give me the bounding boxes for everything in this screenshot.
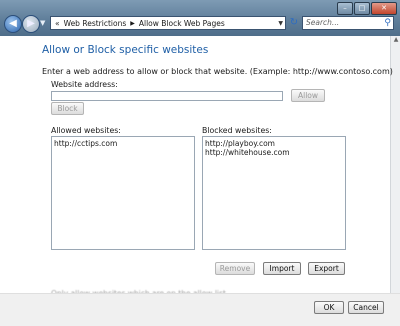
breadcrumb-web-restrictions[interactable]: Web Restrictions <box>64 19 127 28</box>
breadcrumb-root[interactable]: « <box>55 19 60 28</box>
ok-button[interactable]: OK <box>314 301 344 314</box>
allowed-websites-label: Allowed websites: <box>51 126 121 135</box>
blocked-site-item[interactable]: http://playboy.com <box>205 139 343 148</box>
close-button[interactable]: ✕ <box>371 2 397 15</box>
forward-button[interactable]: ▶ <box>22 15 40 33</box>
back-arrow-icon: ◀ <box>9 18 17 29</box>
blocked-websites-label: Blocked websites: <box>202 126 272 135</box>
allow-button[interactable]: Allow <box>291 89 325 102</box>
minimize-button[interactable]: – <box>337 2 353 15</box>
scroll-up-icon[interactable]: ▲ <box>391 36 400 43</box>
remove-button[interactable]: Remove <box>215 262 255 275</box>
blocked-site-item[interactable]: http://whitehouse.com <box>205 148 343 157</box>
forward-arrow-icon: ▶ <box>27 18 35 29</box>
allowed-websites-list[interactable]: http://cctips.com <box>51 136 195 250</box>
website-address-input[interactable] <box>51 91 283 101</box>
search-input[interactable]: Search... ⚲ <box>302 16 394 30</box>
search-icon[interactable]: ⚲ <box>384 17 391 29</box>
window-controls: – □ ✕ <box>336 2 397 15</box>
cancel-button[interactable]: Cancel <box>348 301 384 314</box>
blocked-websites-list[interactable]: http://playboy.com http://whitehouse.com <box>202 136 346 250</box>
search-placeholder: Search... <box>306 18 340 27</box>
address-bar[interactable]: « Web Restrictions ▶ Allow Block Web Pag… <box>50 16 286 30</box>
back-button[interactable]: ◀ <box>4 15 22 33</box>
recent-pages-dropdown[interactable]: ▼ <box>40 19 45 27</box>
chevron-down-icon: ▼ <box>40 19 46 27</box>
allowed-site-item[interactable]: http://cctips.com <box>54 139 192 148</box>
address-dropdown-icon[interactable]: ▼ <box>278 20 283 27</box>
window-titlebar: – □ ✕ ◀ ▶ ▼ « Web Restrictions ▶ Allow B… <box>0 0 400 36</box>
import-button[interactable]: Import <box>263 262 301 275</box>
breadcrumb-allow-block-web-pages[interactable]: Allow Block Web Pages <box>139 19 225 28</box>
maximize-button[interactable]: □ <box>354 2 370 15</box>
refresh-icon[interactable]: ↻ <box>288 16 300 30</box>
export-button[interactable]: Export <box>308 262 345 275</box>
dialog-footer: OK Cancel <box>0 293 400 326</box>
website-address-label: Website address: <box>51 80 118 89</box>
page-title: Allow or Block specific websites <box>42 44 209 56</box>
breadcrumb-separator-icon[interactable]: ▶ <box>130 20 135 27</box>
instruction-text: Enter a web address to allow or block th… <box>42 67 393 76</box>
block-button[interactable]: Block <box>51 102 84 115</box>
